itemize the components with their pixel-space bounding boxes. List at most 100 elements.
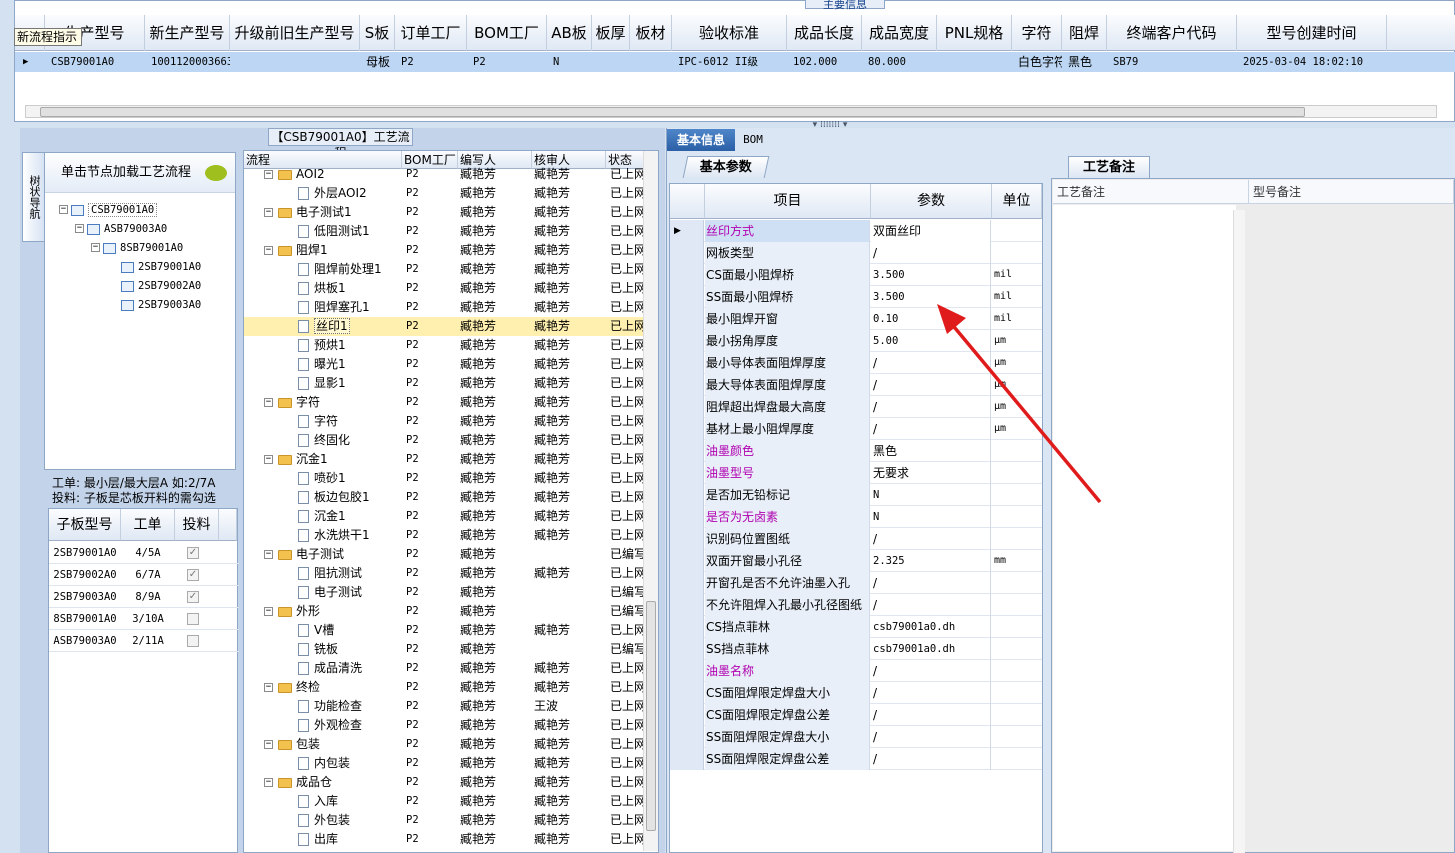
tree-collapse-toggle[interactable]: −	[75, 224, 84, 233]
scrollbar-thumb[interactable]	[40, 107, 1305, 117]
param-row-selector[interactable]	[670, 440, 704, 462]
param-value[interactable]: /	[871, 748, 991, 770]
param-row[interactable]: SS面阻焊限定焊盘大小 /	[670, 726, 1042, 748]
top-col-header[interactable]: 订单工厂	[395, 15, 467, 51]
top-col-header[interactable]: AB板	[547, 15, 592, 51]
param-value[interactable]: /	[871, 572, 991, 594]
param-row[interactable]: CS挡点菲林 csb79001a0.dh	[670, 616, 1042, 638]
param-row[interactable]: CS面阻焊限定焊盘公差 /	[670, 704, 1042, 726]
flow-row[interactable]: 预烘1 P2 臧艳芳 臧艳芳 已上网	[244, 336, 644, 355]
top-cell-length[interactable]: 102.000	[791, 52, 862, 72]
param-row-selector[interactable]: ▶	[670, 220, 704, 242]
flow-row[interactable]: 水洗烘干1 P2 臧艳芳 臧艳芳 已上网	[244, 526, 644, 545]
top-grid-row[interactable]: ▶CSB79001A010011200036636母板P2P2NIPC-6012…	[15, 52, 1455, 72]
top-cell-bom-factory[interactable]: P2	[471, 52, 547, 72]
param-row-selector[interactable]	[670, 726, 704, 748]
flow-row[interactable]: 成品仓 − P2 臧艳芳 臧艳芳 已上网	[244, 773, 644, 792]
param-value[interactable]: /	[871, 660, 991, 682]
top-cell-pnl[interactable]	[941, 52, 1012, 72]
param-row-selector[interactable]	[670, 506, 704, 528]
top-col-header[interactable]: 字符	[1012, 15, 1062, 51]
top-cell-old-model[interactable]	[234, 52, 360, 72]
top-cell-new-model[interactable]: 10011200036636	[149, 52, 230, 72]
feed-checkbox[interactable]	[187, 613, 199, 625]
flow-row[interactable]: 外形 − P2 臧艳芳 已编写	[244, 602, 644, 621]
sub-table-row[interactable]: ASB79003A0 2/11A	[49, 630, 239, 652]
top-cell-standard[interactable]: IPC-6012 II级	[676, 52, 787, 72]
flow-row[interactable]: 入库 P2 臧艳芳 臧艳芳 已上网	[244, 792, 644, 811]
tab-basic-info[interactable]: 基本信息	[667, 129, 735, 151]
param-row[interactable]: CS面阻焊限定焊盘大小 /	[670, 682, 1042, 704]
horizontal-scrollbar[interactable]	[25, 105, 1437, 118]
sub-table-row[interactable]: 8SB79001A0 3/10A	[49, 608, 239, 630]
tree-collapse-toggle[interactable]: −	[264, 607, 273, 616]
param-row[interactable]: SS挡点菲林 csb79001a0.dh	[670, 638, 1042, 660]
param-row-selector[interactable]	[670, 462, 704, 484]
flow-row[interactable]: 出库 P2 臧艳芳 臧艳芳 已上网	[244, 830, 644, 849]
tree-collapse-toggle[interactable]: −	[264, 740, 273, 749]
tree-collapse-toggle[interactable]: −	[264, 683, 273, 692]
top-cell-char[interactable]: 白色字符	[1016, 52, 1062, 72]
param-row-selector[interactable]	[670, 638, 704, 660]
param-row-selector[interactable]	[670, 550, 704, 572]
param-value[interactable]: /	[871, 528, 991, 550]
param-value[interactable]: /	[871, 726, 991, 748]
param-value[interactable]: csb79001a0.dh	[871, 616, 991, 638]
feed-checkbox[interactable]	[187, 635, 199, 647]
flow-row[interactable]: 阻焊前处理1 P2 臧艳芳 臧艳芳 已上网	[244, 260, 644, 279]
param-row[interactable]: ▶ 丝印方式 双面丝印	[670, 220, 1042, 242]
top-col-header[interactable]: 阻焊	[1062, 15, 1107, 51]
flow-row[interactable]: 外层AOI2 P2 臧艳芳 臧艳芳 已上网	[244, 184, 644, 203]
flow-row[interactable]: 阻焊塞孔1 P2 臧艳芳 臧艳芳 已上网	[244, 298, 644, 317]
sub-table-row[interactable]: 2SB79001A0 4/5A ✓	[49, 542, 239, 564]
top-col-header[interactable]: 成品长度	[787, 15, 862, 51]
param-row-selector[interactable]	[670, 682, 704, 704]
top-col-header[interactable]: 升级前旧生产型号	[230, 15, 360, 51]
flow-row[interactable]: 电子测试 P2 臧艳芳 已编写	[244, 583, 644, 602]
top-cell-thickness[interactable]	[596, 52, 630, 72]
param-row-selector[interactable]	[670, 242, 704, 264]
top-col-header[interactable]: 终端客户代码	[1107, 15, 1237, 51]
sub-table-row[interactable]: 2SB79003A0 8/9A ✓	[49, 586, 239, 608]
tree-node[interactable]: ASB79003A0	[87, 220, 167, 238]
param-value[interactable]: 双面丝印	[871, 220, 991, 242]
notes-scrollbar[interactable]	[1233, 210, 1245, 853]
param-row-selector[interactable]	[670, 286, 704, 308]
param-row-selector[interactable]	[670, 264, 704, 286]
flow-row[interactable]: 烘板1 P2 臧艳芳 臧艳芳 已上网	[244, 279, 644, 298]
feed-checkbox[interactable]: ✓	[187, 547, 199, 559]
top-col-header[interactable]: 板材	[630, 15, 672, 51]
tree-collapse-toggle[interactable]: −	[91, 243, 100, 252]
top-col-header[interactable]: 新生产型号	[145, 15, 230, 51]
param-row[interactable]: 双面开窗最小孔径 2.325 mm	[670, 550, 1042, 572]
tree-node[interactable]: 2SB79003A0	[121, 296, 201, 314]
tree-collapse-toggle[interactable]: −	[264, 550, 273, 559]
param-row-selector[interactable]	[670, 374, 704, 396]
sub-col-header[interactable]: 工单	[121, 509, 175, 541]
flow-row[interactable]: 终检 − P2 臧艳芳 臧艳芳 已上网	[244, 678, 644, 697]
param-row-selector[interactable]	[670, 616, 704, 638]
param-row-selector[interactable]	[670, 572, 704, 594]
sub-table-row[interactable]: 2SB79002A0 6/7A ✓	[49, 564, 239, 586]
tree-collapse-toggle[interactable]: −	[264, 170, 273, 179]
flow-row[interactable]: AOI2 − P2 臧艳芳 臧艳芳 已上网	[244, 165, 644, 184]
param-col-header[interactable]: 项目	[705, 184, 871, 219]
param-row[interactable]: 网板类型 /	[670, 242, 1042, 264]
top-cell-solder[interactable]: 黑色	[1066, 52, 1107, 72]
param-value[interactable]: /	[871, 594, 991, 616]
feed-checkbox[interactable]: ✓	[187, 569, 199, 581]
flow-row[interactable]: 阻抗测试 P2 臧艳芳 臧艳芳 已上网	[244, 564, 644, 583]
param-col-header[interactable]: 单位	[992, 184, 1042, 219]
flow-row[interactable]: 电子测试1 − P2 臧艳芳 臧艳芳 已上网	[244, 203, 644, 222]
param-row-selector[interactable]	[670, 594, 704, 616]
tree-node[interactable]: 2SB79002A0	[121, 277, 201, 295]
param-value[interactable]: 2.325	[871, 550, 991, 572]
param-row[interactable]: 不允许阻焊入孔最小孔径图纸 /	[670, 594, 1042, 616]
tree-collapse-toggle[interactable]: −	[264, 398, 273, 407]
flow-row[interactable]: 成品清洗 P2 臧艳芳 臧艳芳 已上网	[244, 659, 644, 678]
top-cell-ab-board[interactable]: N	[551, 52, 592, 72]
flow-row[interactable]: 字符 P2 臧艳芳 臧艳芳 已上网	[244, 412, 644, 431]
flow-row[interactable]: 显影1 P2 臧艳芳 臧艳芳 已上网	[244, 374, 644, 393]
top-col-header[interactable]: 型号创建时间	[1237, 15, 1387, 51]
tree-collapse-toggle[interactable]: −	[264, 246, 273, 255]
